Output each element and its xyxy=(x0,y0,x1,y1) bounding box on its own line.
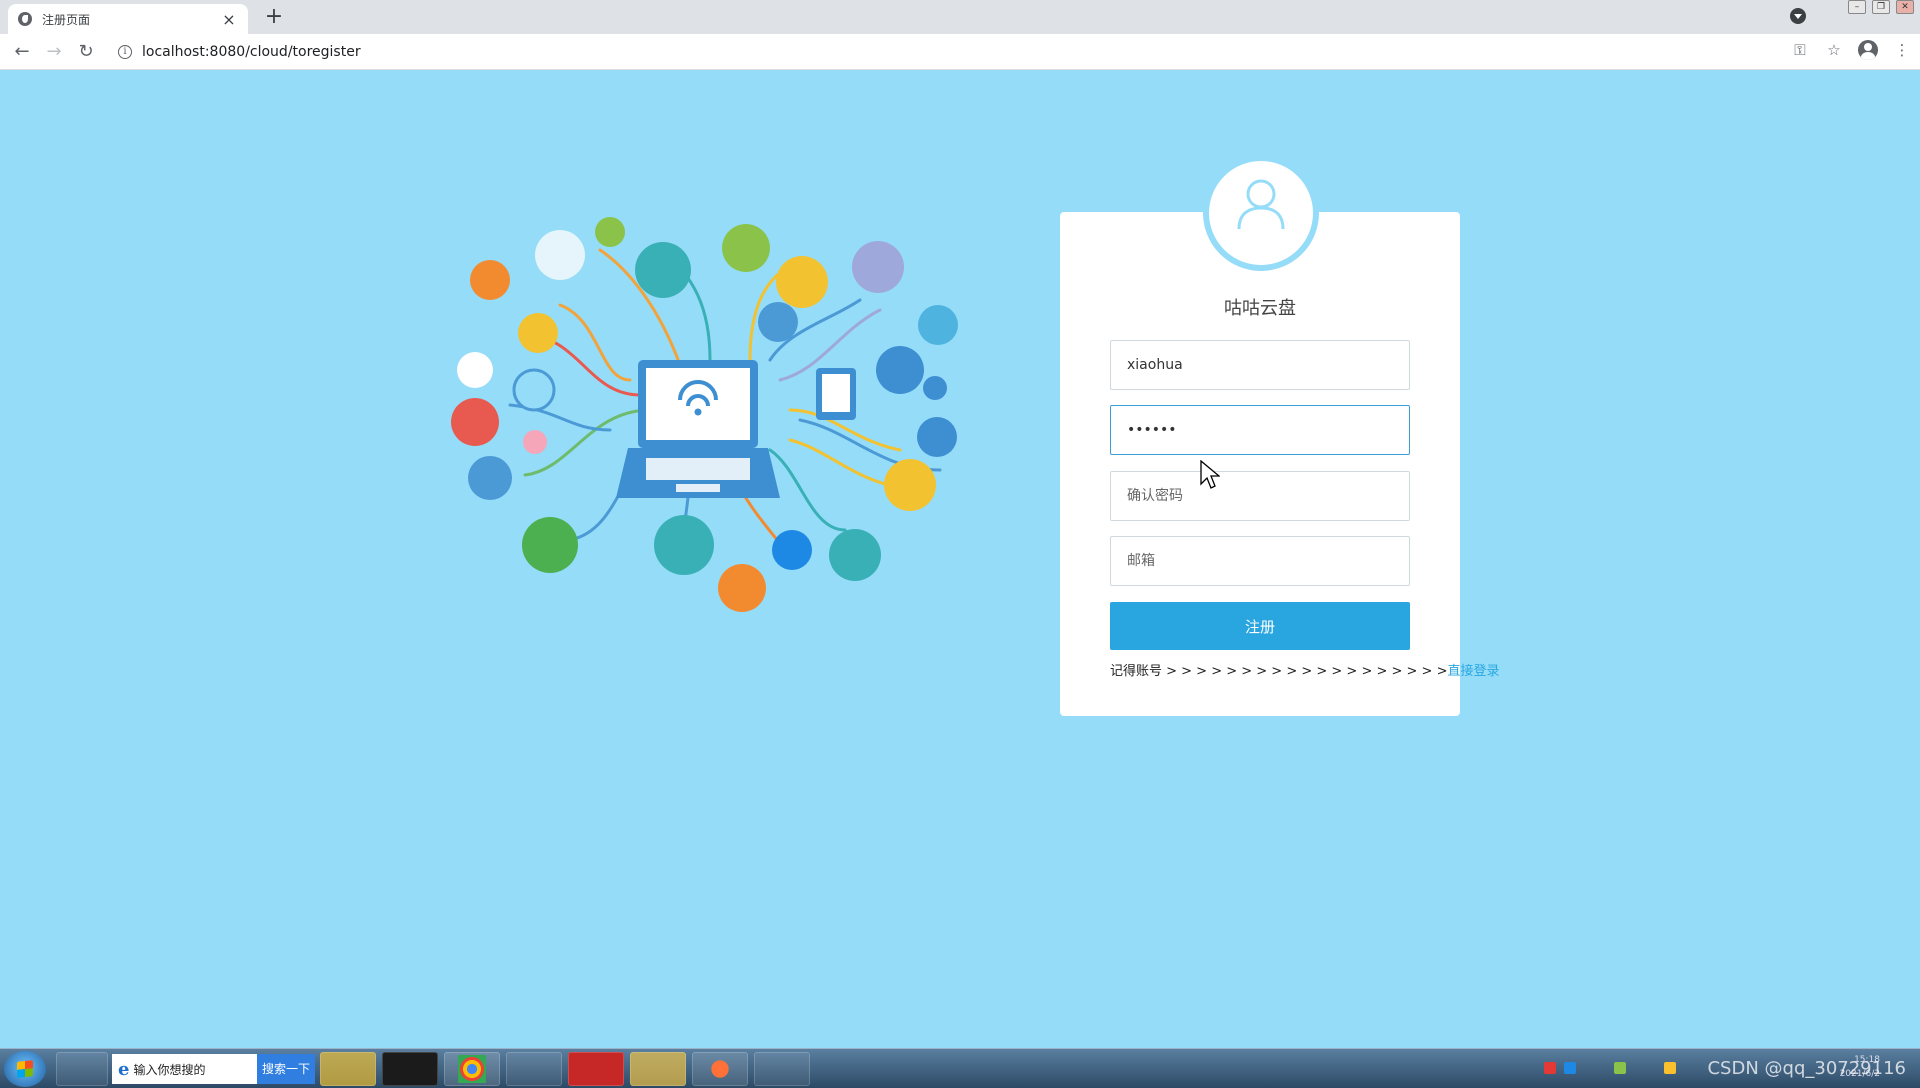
filezilla-icon[interactable] xyxy=(568,1052,624,1086)
taskbar-app-1[interactable] xyxy=(56,1052,108,1086)
new-tab-button[interactable]: + xyxy=(260,4,288,32)
toolbar-actions: ⚿ ☆ ⋮ xyxy=(1790,40,1912,60)
window-controls: – ❐ ✕ xyxy=(1848,0,1914,14)
tab-close-button[interactable]: × xyxy=(220,10,238,29)
forward-icon[interactable]: → xyxy=(42,40,66,64)
minimize-button[interactable]: – xyxy=(1848,0,1866,14)
cursor-icon xyxy=(1200,460,1220,489)
taskbar-app-last[interactable] xyxy=(754,1052,810,1086)
direct-login-link[interactable]: 直接登录 xyxy=(1447,664,1499,679)
intellij-icon[interactable] xyxy=(382,1052,438,1086)
chrome-icon[interactable] xyxy=(444,1052,500,1086)
tab-bar: 注册页面 × + – ❐ ✕ xyxy=(0,0,1920,34)
taskbar-app-avatar[interactable] xyxy=(506,1052,562,1086)
password-field[interactable] xyxy=(1110,405,1410,455)
register-card: 咕咕云盘 注册 记得账号 > > > > > > > > > > > > > >… xyxy=(1060,212,1500,716)
taskbar-search-input[interactable]: e 输入你想搜的 xyxy=(112,1054,257,1084)
star-icon[interactable]: ☆ xyxy=(1824,40,1844,60)
firefox-icon[interactable] xyxy=(692,1052,748,1086)
favicon-icon xyxy=(18,12,32,26)
help-icon[interactable] xyxy=(1564,1062,1576,1074)
email-field[interactable] xyxy=(1110,536,1410,586)
login-prompt: 记得账号 > > > > > > > > > > > > > > > > > >… xyxy=(1110,660,1500,679)
menu-icon[interactable]: ⋮ xyxy=(1892,40,1912,60)
reload-icon[interactable]: ↻ xyxy=(74,40,98,64)
url-text: localhost:8080/cloud/toregister xyxy=(142,44,361,60)
register-button[interactable]: 注册 xyxy=(1110,602,1410,650)
ie-icon: e xyxy=(118,1058,130,1080)
app-title: 咕咕云盘 xyxy=(1224,298,1296,319)
taskbar: e 输入你想搜的 搜索一下 15:18 2021/6/2 CSDN @qq_30… xyxy=(0,1048,1920,1088)
username-field[interactable] xyxy=(1110,340,1410,390)
active-tab[interactable]: 注册页面 × xyxy=(8,4,248,34)
info-icon[interactable]: i xyxy=(118,45,132,59)
key-icon[interactable]: ⚿ xyxy=(1790,40,1810,60)
confirm-password-field[interactable] xyxy=(1110,471,1410,521)
close-window-button[interactable]: ✕ xyxy=(1896,0,1914,14)
tab-title: 注册页面 xyxy=(42,12,91,27)
profile-icon[interactable] xyxy=(1858,40,1878,60)
watermark: CSDN @qq_30729116 xyxy=(1707,1058,1906,1079)
system-tray: 15:18 2021/6/2 CSDN @qq_30729116 xyxy=(1540,1049,1920,1088)
address-bar[interactable]: i localhost:8080/cloud/toregister xyxy=(106,38,1786,66)
folder-icon[interactable] xyxy=(320,1052,376,1086)
taskbar-search-button[interactable]: 搜索一下 xyxy=(257,1054,315,1084)
network-icon[interactable] xyxy=(1664,1062,1676,1074)
taskbar-search-text: 输入你想搜的 xyxy=(133,1062,206,1077)
explorer-icon[interactable] xyxy=(630,1052,686,1086)
network-illustration xyxy=(451,217,958,612)
back-icon[interactable]: ← xyxy=(10,40,34,64)
start-icon[interactable] xyxy=(4,1051,46,1087)
browser-toolbar: ← → ↻ i localhost:8080/cloud/toregister … xyxy=(0,34,1920,70)
login-prompt-text: 记得账号 > > > > > > > > > > > > > > > > > >… xyxy=(1110,664,1448,679)
restore-button[interactable]: ❐ xyxy=(1872,0,1890,14)
user-avatar-icon xyxy=(1203,155,1319,271)
ime-icon[interactable] xyxy=(1544,1062,1556,1074)
tab-search-icon[interactable] xyxy=(1790,8,1806,24)
battery-icon[interactable] xyxy=(1614,1062,1626,1074)
